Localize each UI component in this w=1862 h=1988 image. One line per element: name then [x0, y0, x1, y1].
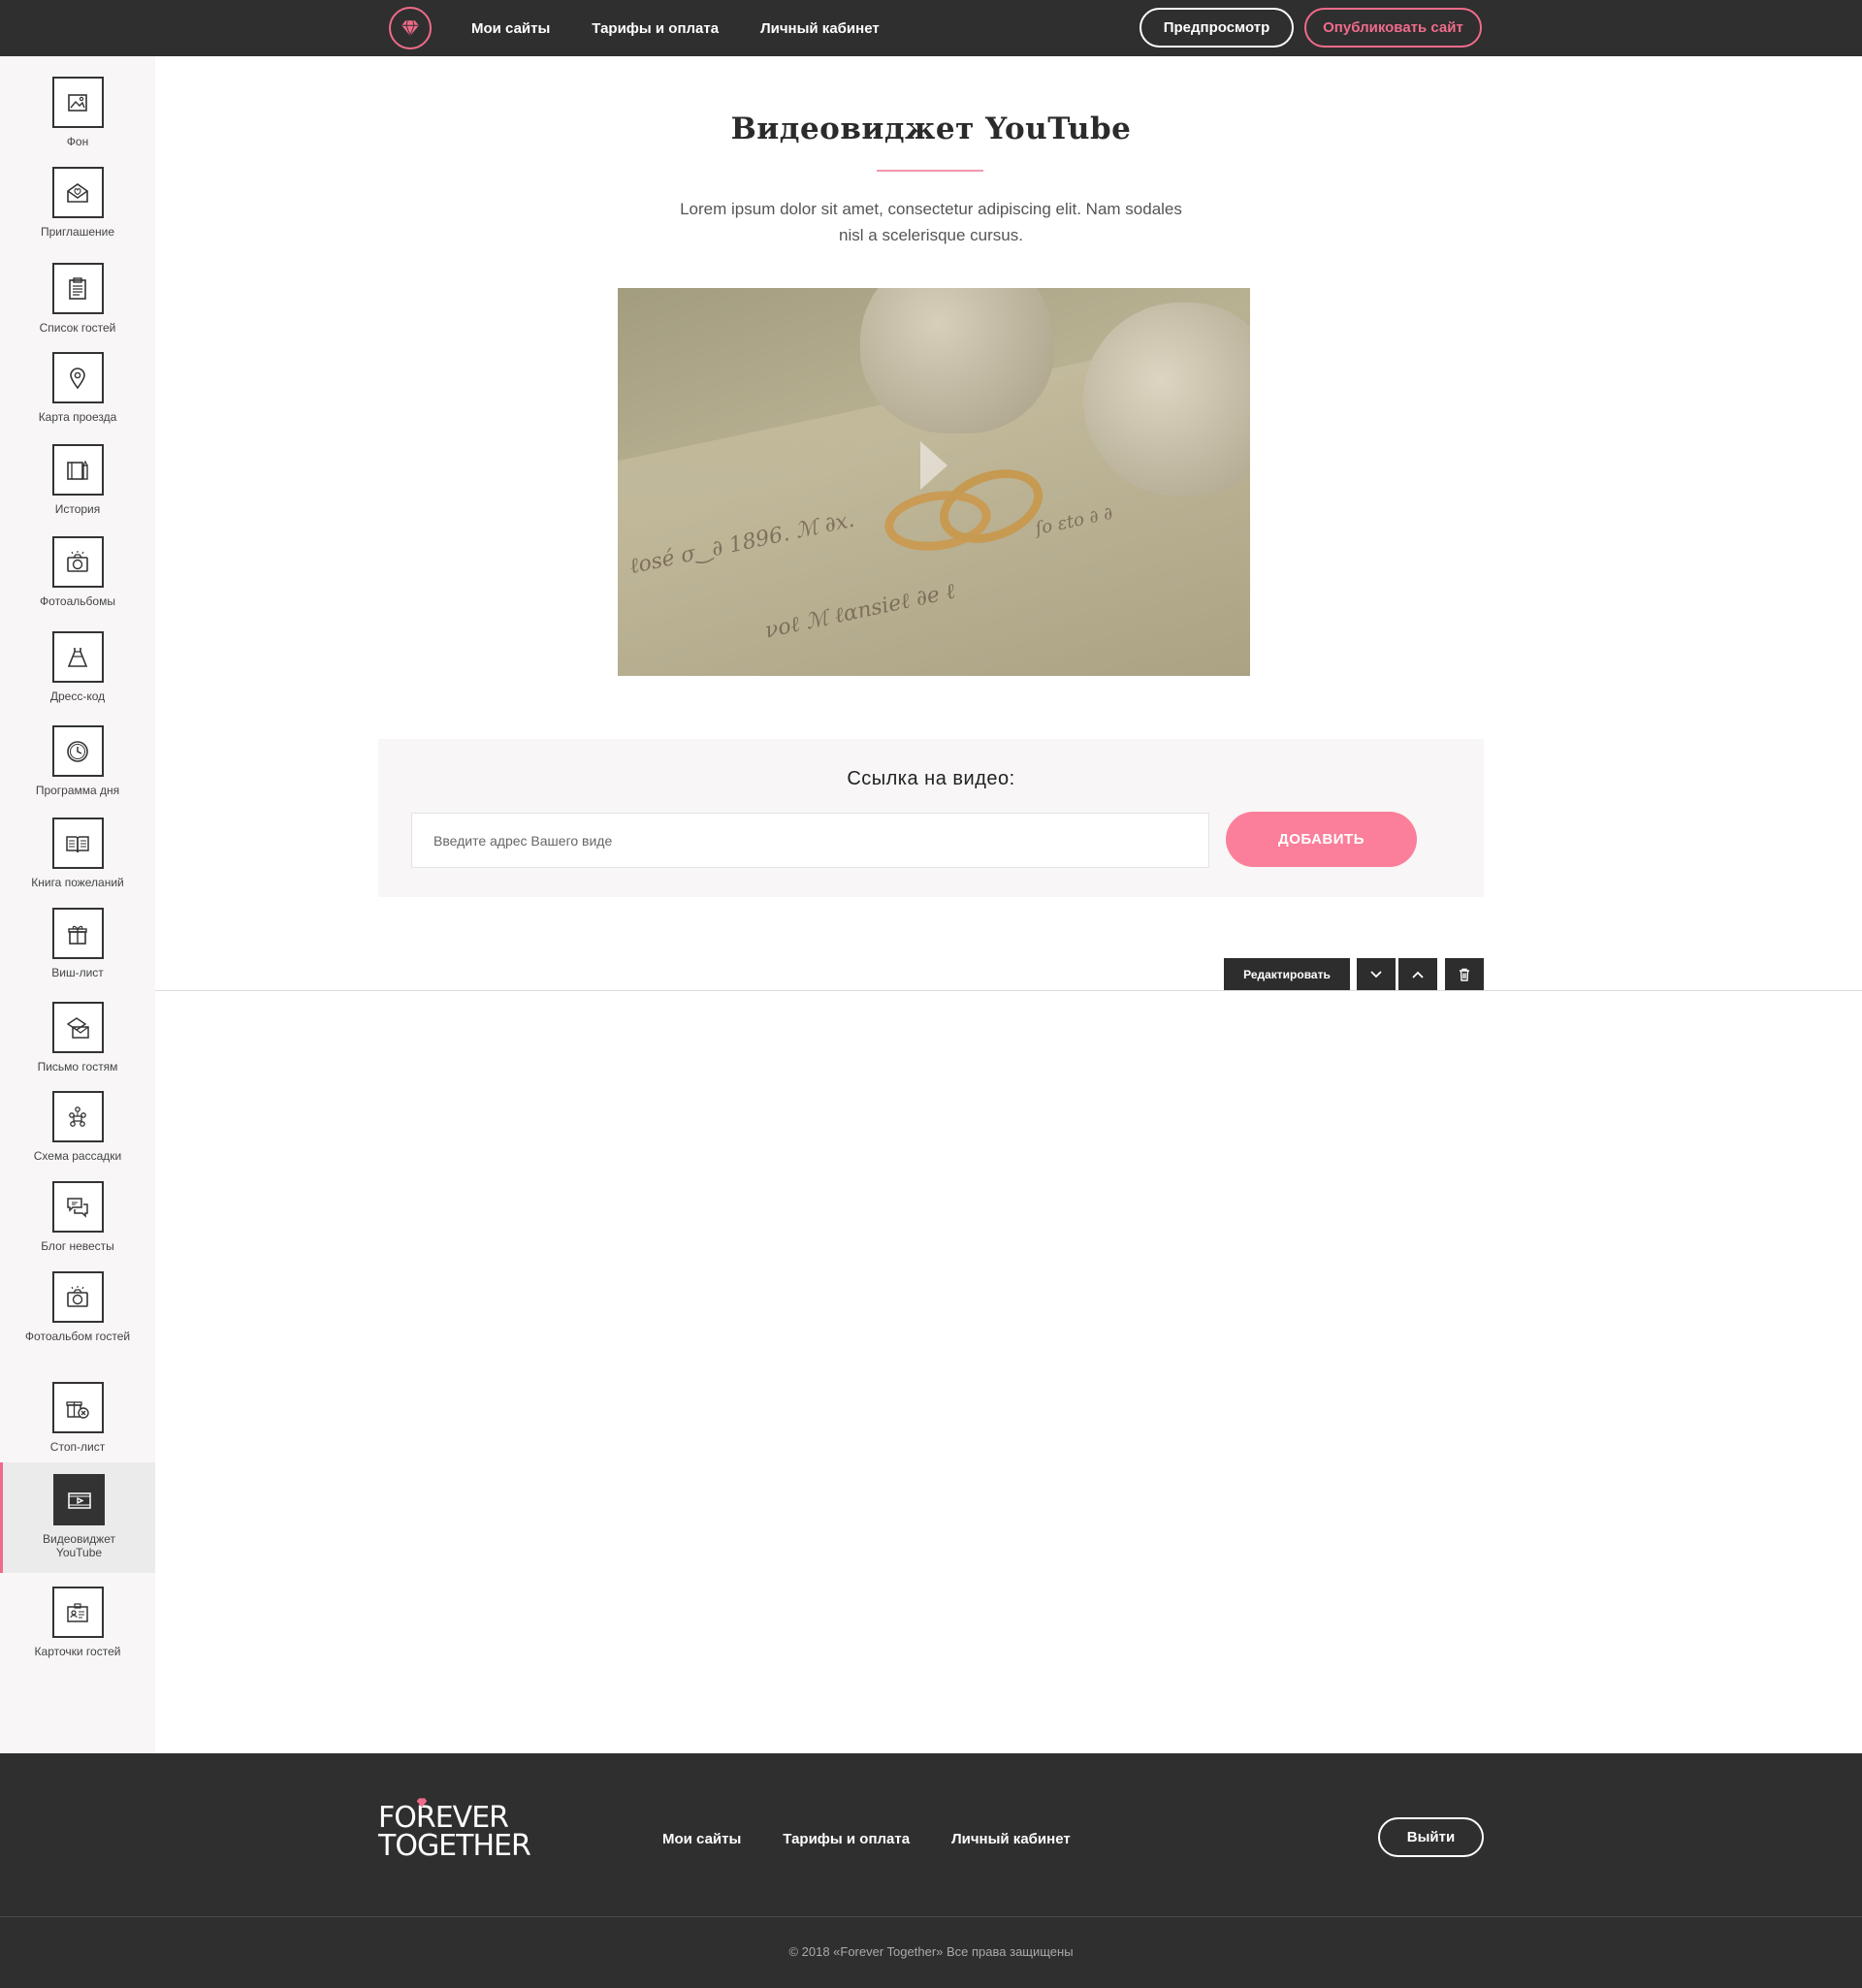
gift-icon — [51, 908, 104, 959]
sidebar-item-story[interactable]: История — [0, 444, 155, 516]
sidebar-item-label: Приглашение — [40, 225, 115, 239]
title-divider — [877, 170, 983, 172]
envelope-icon — [51, 167, 104, 218]
footer-nav-tariffs[interactable]: Тарифы и оплата — [783, 1831, 910, 1847]
sidebar-item-photo-albums[interactable]: Фотоальбомы — [0, 536, 155, 608]
footer-nav-account[interactable]: Личный кабинет — [951, 1831, 1071, 1847]
sidebar-item-label: Программа дня — [35, 784, 120, 797]
sidebar-item-label: Карточки гостей — [34, 1645, 121, 1658]
sidebar-item-label: Виш-лист — [51, 966, 104, 979]
sidebar-item-dress-code[interactable]: Дресс-код — [0, 631, 155, 703]
sidebar-item-wishlist[interactable]: Виш-лист — [0, 908, 155, 979]
edit-block-button[interactable]: Редактировать — [1224, 958, 1350, 990]
nav-account[interactable]: Личный кабинет — [760, 20, 880, 37]
sidebar-item-label: Блог невесты — [41, 1239, 114, 1253]
seating-icon — [51, 1091, 104, 1142]
video-link-panel: Ссылка на видео: ДОБАВИТЬ — [378, 739, 1484, 897]
clipboard-icon — [51, 263, 104, 314]
delete-block-button[interactable] — [1445, 958, 1484, 990]
clock-icon — [51, 725, 104, 777]
letter-icon — [51, 1002, 104, 1053]
sidebar-item-label: Книга пожеланий — [31, 876, 124, 889]
sidebar-item-guest-list[interactable]: Список гостей — [0, 263, 155, 335]
footer-logo[interactable]: FOREVER TOGETHER — [378, 1798, 531, 1863]
gift-cancel-icon — [51, 1382, 104, 1433]
page-title: Видеовиджет YouTube — [730, 112, 1132, 146]
logo-line-1: FOREVER — [378, 1801, 509, 1835]
sidebar: Фон Приглашение Список гостей Карта прое… — [0, 56, 155, 1753]
trash-icon — [1460, 968, 1469, 981]
sidebar-item-label: Письмо гостям — [37, 1060, 118, 1074]
page-description: Lorem ipsum dolor sit amet, consectetur … — [680, 200, 1182, 244]
sidebar-item-bride-blog[interactable]: Блог невесты — [0, 1181, 155, 1253]
dress-icon — [51, 631, 104, 683]
sidebar-item-label: Карта проезда — [38, 410, 117, 424]
sidebar-item-seating[interactable]: Схема рассадки — [0, 1091, 155, 1163]
video-preview[interactable]: ℓosé σ‿∂ 1896. ℳ ∂x. νoℓ ℳ ℓαnsieℓ ∂e ℓ … — [618, 288, 1250, 676]
id-card-icon — [51, 1587, 104, 1638]
sidebar-item-letter[interactable]: Письмо гостям — [0, 1002, 155, 1074]
book-icon — [51, 444, 104, 496]
move-up-button[interactable] — [1398, 958, 1437, 990]
logo-line-2: TOGETHER — [378, 1829, 531, 1863]
sidebar-item-label: Фотоальбом гостей — [24, 1330, 131, 1343]
publish-button[interactable]: Опубликовать сайт — [1304, 8, 1482, 48]
sidebar-item-video-widget[interactable]: Видеовиджет YouTube — [0, 1462, 155, 1573]
block-divider — [155, 990, 1862, 991]
sidebar-item-background[interactable]: Фон — [0, 77, 155, 148]
logout-button[interactable]: Выйти — [1378, 1817, 1484, 1857]
sidebar-item-guest-photo-album[interactable]: Фотоальбом гостей — [0, 1271, 155, 1343]
nav-my-sites[interactable]: Мои сайты — [471, 20, 550, 37]
diamond-icon — [401, 20, 419, 37]
sidebar-item-label: Стоп-лист — [49, 1440, 106, 1454]
sidebar-item-stop-list[interactable]: Стоп-лист — [0, 1382, 155, 1454]
sidebar-item-guestbook[interactable]: Книга пожеланий — [0, 818, 155, 889]
chevron-up-icon — [1412, 971, 1424, 978]
sidebar-item-label: Схема рассадки — [33, 1149, 122, 1163]
camera-icon — [51, 1271, 104, 1323]
sidebar-item-label: Фотоальбомы — [40, 594, 115, 608]
video-bird — [860, 288, 1054, 433]
sidebar-item-label: Дресс-код — [49, 689, 106, 703]
footer-divider — [0, 1916, 1862, 1917]
video-link-title: Ссылка на видео: — [847, 768, 1015, 789]
sidebar-item-label: История — [54, 502, 101, 516]
add-button[interactable]: ДОБАВИТЬ — [1226, 812, 1417, 867]
sidebar-item-map[interactable]: Карта проезда — [0, 352, 155, 424]
top-bar: Мои сайты Тарифы и оплата Личный кабинет… — [0, 0, 1862, 56]
copyright: © 2018 «Forever Together» Все права защи… — [788, 1944, 1074, 1959]
play-icon[interactable] — [920, 441, 947, 490]
open-book-icon — [51, 818, 104, 869]
footer-nav: Мои сайты Тарифы и оплата Личный кабинет — [662, 1831, 1071, 1847]
nav-tariffs[interactable]: Тарифы и оплата — [592, 20, 719, 37]
footer: FOREVER TOGETHER Мои сайты Тарифы и опла… — [0, 1753, 1862, 1988]
sidebar-item-invitation[interactable]: Приглашение — [0, 167, 155, 239]
video-icon — [53, 1474, 105, 1525]
sidebar-item-guest-cards[interactable]: Карточки гостей — [0, 1587, 155, 1658]
sidebar-item-label: Фон — [66, 135, 89, 148]
move-down-button[interactable] — [1357, 958, 1396, 990]
sidebar-item-label: Видеовиджет YouTube — [43, 1532, 115, 1559]
chat-icon — [51, 1181, 104, 1233]
map-pin-icon — [51, 352, 104, 403]
video-url-input[interactable] — [411, 813, 1209, 868]
sidebar-item-label: Список гостей — [39, 321, 116, 335]
logo-button[interactable] — [389, 7, 432, 49]
image-icon — [51, 77, 104, 128]
preview-button[interactable]: Предпросмотр — [1140, 8, 1294, 48]
diamond-icon — [416, 1798, 428, 1808]
top-nav: Мои сайты Тарифы и оплата Личный кабинет — [471, 0, 880, 56]
chevron-down-icon — [1370, 970, 1382, 978]
camera-icon — [51, 536, 104, 588]
footer-nav-my-sites[interactable]: Мои сайты — [662, 1831, 741, 1847]
sidebar-item-schedule[interactable]: Программа дня — [0, 725, 155, 797]
